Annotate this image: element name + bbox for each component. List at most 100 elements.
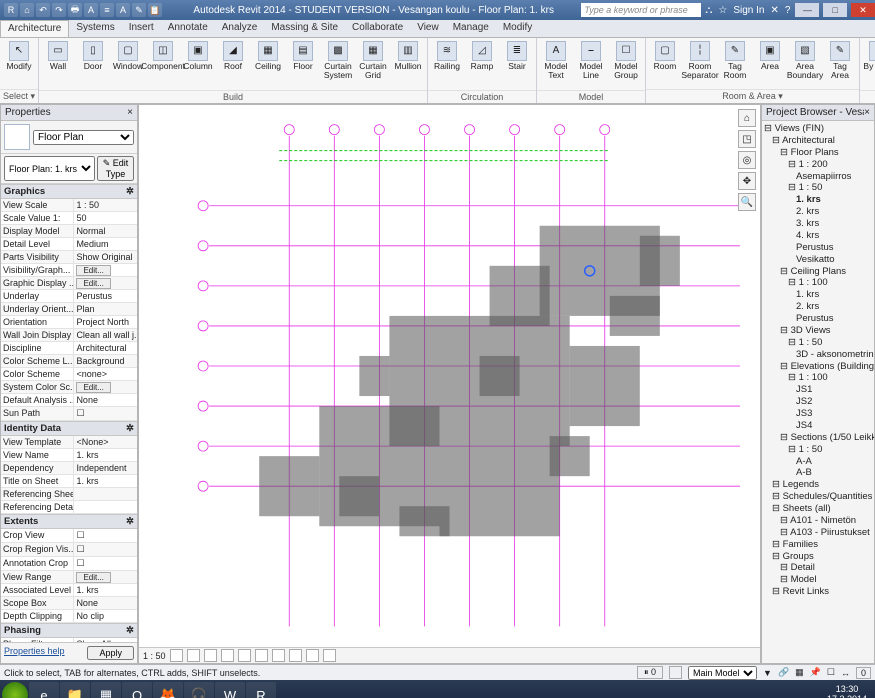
room-button[interactable]: ▢Room xyxy=(648,40,682,72)
exchange-icon[interactable]: ✕ xyxy=(770,5,778,16)
tree-node[interactable]: ⊟ Families xyxy=(764,539,872,551)
minimize-button[interactable]: — xyxy=(795,3,819,17)
help-icon[interactable]: ? xyxy=(785,5,791,16)
tree-node[interactable]: Vesikatto xyxy=(764,254,872,266)
prop-row[interactable]: Annotation Crop☐ xyxy=(1,557,137,571)
prop-value[interactable] xyxy=(74,488,137,500)
browser-tree[interactable]: ⊟ Views (FIN)⊟ Architectural⊟ Floor Plan… xyxy=(762,121,874,663)
prop-row[interactable]: View Template<None> xyxy=(1,436,137,449)
tree-node[interactable]: ⊟ 1 : 50 xyxy=(764,337,872,349)
prop-row[interactable]: Crop View☐ xyxy=(1,529,137,543)
cube-icon[interactable]: ◳ xyxy=(738,130,756,148)
app-menu-icon[interactable]: R xyxy=(4,3,18,17)
prop-value[interactable]: <None> xyxy=(74,436,137,448)
tree-node[interactable]: Perustus xyxy=(764,313,872,325)
qat-section-icon[interactable]: 📋 xyxy=(148,3,162,17)
model-line-button[interactable]: ⎯Model Line xyxy=(574,40,608,81)
tree-node[interactable]: ⊟ Schedules/Quantities xyxy=(764,491,872,503)
tab-systems[interactable]: Systems xyxy=(69,20,121,37)
prop-row[interactable]: Sun Path☐ xyxy=(1,407,137,421)
door-button[interactable]: ▯Door xyxy=(76,40,110,72)
shadows-icon[interactable] xyxy=(221,649,234,662)
tree-node[interactable]: ⊟ 1 : 100 xyxy=(764,277,872,289)
prop-value[interactable]: Edit... xyxy=(74,571,137,583)
window-button[interactable]: ▢Window xyxy=(111,40,145,72)
tree-node[interactable]: ⊟ Revit Links xyxy=(764,586,872,598)
prop-row[interactable]: Associated Level1. krs xyxy=(1,584,137,597)
prop-row[interactable]: Scope BoxNone xyxy=(1,597,137,610)
properties-close-icon[interactable]: × xyxy=(127,107,133,118)
prop-value[interactable]: No clip xyxy=(74,610,137,622)
prop-row[interactable]: System Color Sc...Edit... xyxy=(1,381,137,394)
taskbar-ie-icon[interactable]: e xyxy=(29,682,59,698)
tree-node[interactable]: 1. krs xyxy=(764,289,872,301)
visual-style-icon[interactable] xyxy=(187,649,200,662)
prop-value[interactable]: None xyxy=(74,394,137,406)
tab-architecture[interactable]: Architecture xyxy=(0,20,69,37)
tree-node[interactable]: Perustus xyxy=(764,242,872,254)
stair-button[interactable]: ≣Stair xyxy=(500,40,534,72)
tab-view[interactable]: View xyxy=(410,20,446,37)
apply-button[interactable]: Apply xyxy=(87,646,134,660)
tree-node[interactable]: Asemapiirros xyxy=(764,171,872,183)
tree-node[interactable]: ⊟ Ceiling Plans xyxy=(764,266,872,278)
browser-close-icon[interactable]: × xyxy=(864,107,870,118)
reveal-icon[interactable] xyxy=(323,649,336,662)
prop-row[interactable]: Visibility/Graph...Edit... xyxy=(1,264,137,277)
prop-value[interactable]: ☐ xyxy=(74,557,137,570)
ramp-button[interactable]: ◿Ramp xyxy=(465,40,499,72)
tree-node[interactable]: ⊟ Views (FIN) xyxy=(764,123,872,135)
ceiling-button[interactable]: ▦Ceiling xyxy=(251,40,285,72)
prop-value[interactable]: 1. krs xyxy=(74,475,137,487)
signin-button[interactable]: Sign In xyxy=(733,5,764,16)
scale-display[interactable]: 1 : 50 xyxy=(143,651,166,661)
floor-plan-view[interactable] xyxy=(139,105,760,647)
curtain-system-button[interactable]: ▩Curtain System xyxy=(321,40,355,81)
tree-node[interactable]: 2. krs xyxy=(764,206,872,218)
area-button[interactable]: ▣Area xyxy=(753,40,787,72)
tree-node[interactable]: ⊟ A103 - Piirustukset xyxy=(764,527,872,539)
tab-insert[interactable]: Insert xyxy=(122,20,161,37)
workset-icon[interactable] xyxy=(669,666,682,679)
prop-value[interactable]: ☐ xyxy=(74,529,137,542)
prop-row[interactable]: UnderlayPerustus xyxy=(1,290,137,303)
wall-button[interactable]: ▭Wall xyxy=(41,40,75,72)
infocenter-icon[interactable]: ⛬ xyxy=(705,5,712,16)
tree-node[interactable]: 3D - aksonometrine xyxy=(764,349,872,361)
area-boundary-button[interactable]: ▧Area Boundary xyxy=(788,40,822,81)
clock[interactable]: 13:30 17.3.2014 xyxy=(821,685,873,698)
tree-node[interactable]: 4. krs xyxy=(764,230,872,242)
prop-row[interactable]: View Scale1 : 50 xyxy=(1,199,137,212)
prop-value[interactable]: 1. krs xyxy=(74,584,137,596)
instance-dropdown[interactable]: Floor Plan: 1. krs xyxy=(4,156,95,181)
taskbar-word-icon[interactable]: W xyxy=(215,682,245,698)
taskbar-media-icon[interactable]: 🎧 xyxy=(184,682,214,698)
prop-value[interactable]: Architectural xyxy=(74,342,137,354)
tree-node[interactable]: ⊟ Sheets (all) xyxy=(764,503,872,515)
roof-button[interactable]: ◢Roof xyxy=(216,40,250,72)
prop-row[interactable]: Default Analysis ...None xyxy=(1,394,137,407)
prop-value[interactable]: Show Original xyxy=(74,251,137,263)
prop-row[interactable]: DisciplineArchitectural xyxy=(1,342,137,355)
prop-row[interactable]: Color Scheme<none> xyxy=(1,368,137,381)
taskbar-chrome-icon[interactable]: O xyxy=(122,682,152,698)
prop-row[interactable]: Referencing Detail xyxy=(1,501,137,514)
tree-node[interactable]: ⊟ Groups xyxy=(764,551,872,563)
prop-row[interactable]: Depth ClippingNo clip xyxy=(1,610,137,623)
prop-value[interactable]: 1. krs xyxy=(74,449,137,461)
prop-row[interactable]: View Name1. krs xyxy=(1,449,137,462)
prop-value[interactable]: Edit... xyxy=(74,277,137,289)
taskbar-explorer-icon[interactable]: 📁 xyxy=(60,682,90,698)
type-dropdown[interactable]: Floor Plan xyxy=(33,130,134,145)
tree-node[interactable]: ⊟ Model xyxy=(764,574,872,586)
tree-node[interactable]: A-B xyxy=(764,467,872,479)
tab-annotate[interactable]: Annotate xyxy=(161,20,215,37)
component-button[interactable]: ◫Component xyxy=(146,40,180,72)
prop-value[interactable]: Independent xyxy=(74,462,137,474)
tree-node[interactable]: ⊟ Detail xyxy=(764,562,872,574)
modify-button[interactable]: ↖Modify xyxy=(2,40,36,72)
crop-show-icon[interactable] xyxy=(272,649,285,662)
select-pinned-icon[interactable]: 📌 xyxy=(810,667,821,678)
prop-value[interactable]: Normal xyxy=(74,225,137,237)
detail-level-icon[interactable] xyxy=(170,649,183,662)
